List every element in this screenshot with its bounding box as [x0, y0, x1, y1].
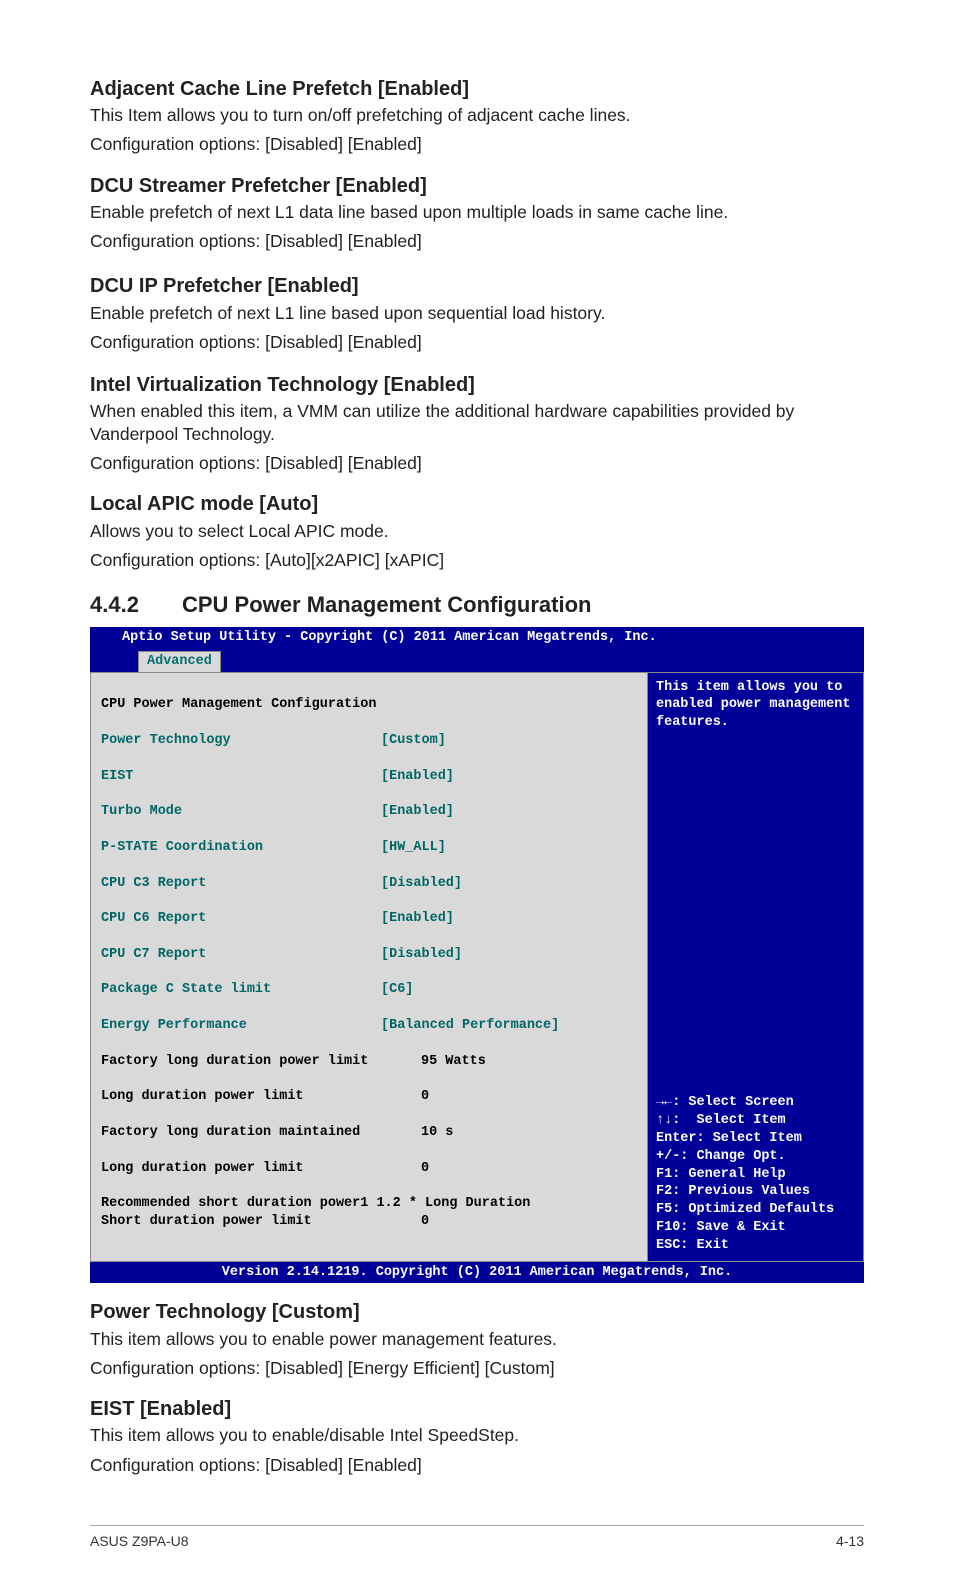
body-local-apic-2: Configuration options: [Auto][x2APIC] [x…	[90, 549, 864, 572]
bios-row-value: [Enabled]	[381, 768, 454, 786]
bios-row[interactable]: EIST[Enabled]	[101, 768, 637, 786]
bios-row-label: CPU C3 Report	[101, 875, 381, 893]
heading-intel-vt: Intel Virtualization Technology [Enabled…	[90, 372, 864, 398]
bios-row[interactable]: P-STATE Coordination[HW_ALL]	[101, 839, 637, 857]
bios-row[interactable]: Power Technology[Custom]	[101, 732, 637, 750]
heading-power-technology: Power Technology [Custom]	[90, 1299, 864, 1325]
bios-row-label: Short duration power limit	[101, 1213, 421, 1231]
bios-row-label: Energy Performance	[101, 1017, 381, 1035]
body-eist-2: Configuration options: [Disabled] [Enabl…	[90, 1454, 864, 1477]
bios-row-value: [Custom]	[381, 732, 446, 750]
bios-row-value: [Enabled]	[381, 803, 454, 821]
heading-local-apic: Local APIC mode [Auto]	[90, 491, 864, 517]
bios-row-label: Package C State limit	[101, 981, 381, 999]
bios-right-pane: This item allows you to enabled power ma…	[648, 673, 863, 1261]
bios-row-static: Long duration power limit0	[101, 1160, 637, 1178]
bios-body: CPU Power Management Configuration Power…	[90, 672, 864, 1262]
heading-number-title: CPU Power Management Configuration	[182, 592, 591, 617]
body-dcu-streamer-2: Configuration options: [Disabled] [Enabl…	[90, 230, 864, 253]
bios-row-static: Factory long duration maintained10 s	[101, 1124, 637, 1142]
body-adjacent-1: This Item allows you to turn on/off pref…	[90, 104, 864, 127]
bios-row-value: 95 Watts	[421, 1053, 486, 1071]
bios-row-value: 0	[421, 1160, 429, 1178]
bios-footer-bar: Version 2.14.1219. Copyright (C) 2011 Am…	[90, 1262, 864, 1284]
bios-row-value: [Enabled]	[381, 910, 454, 928]
bios-row-label: Power Technology	[101, 732, 381, 750]
bios-row[interactable]: Energy Performance[Balanced Performance]	[101, 1017, 637, 1035]
bios-row[interactable]: CPU C3 Report[Disabled]	[101, 875, 637, 893]
heading-4-4-2: 4.4.2CPU Power Management Configuration	[90, 590, 864, 619]
bios-row-value: [HW_ALL]	[381, 839, 446, 857]
bios-row-label: CPU C7 Report	[101, 946, 381, 964]
bios-help-top: This item allows you to enabled power ma…	[656, 679, 855, 732]
page-footer: ASUS Z9PA-U8 4-13	[90, 1532, 864, 1550]
bios-row[interactable]: CPU C6 Report[Enabled]	[101, 910, 637, 928]
bios-tab-advanced[interactable]: Advanced	[138, 651, 221, 672]
bios-row-label: Turbo Mode	[101, 803, 381, 821]
bios-row-label: Factory long duration power limit	[101, 1053, 421, 1071]
bios-row[interactable]: Package C State limit[C6]	[101, 981, 637, 999]
bios-row-value: [Disabled]	[381, 875, 462, 893]
bios-row-label: P-STATE Coordination	[101, 839, 381, 857]
bios-row-value: [C6]	[381, 981, 413, 999]
bios-row-label: Long duration power limit	[101, 1088, 421, 1106]
body-intel-vt-1: When enabled this item, a VMM can utiliz…	[90, 400, 864, 446]
footer-page-number: 4-13	[836, 1532, 864, 1550]
bios-row-value: 0	[421, 1088, 429, 1106]
heading-adjacent: Adjacent Cache Line Prefetch [Enabled]	[90, 76, 864, 102]
bios-row-label: EIST	[101, 768, 381, 786]
bios-row-static: Long duration power limit0	[101, 1088, 637, 1106]
heading-dcu-streamer: DCU Streamer Prefetcher [Enabled]	[90, 173, 864, 199]
bios-row-value: [Balanced Performance]	[381, 1017, 559, 1035]
bios-row[interactable]: CPU C7 Report[Disabled]	[101, 946, 637, 964]
footer-divider	[90, 1525, 864, 1526]
body-power-technology-1: This item allows you to enable power man…	[90, 1328, 864, 1351]
body-adjacent-2: Configuration options: [Disabled] [Enabl…	[90, 133, 864, 156]
bios-row-static: Short duration power limit0	[101, 1213, 637, 1231]
bios-row-value: 10 s	[421, 1124, 453, 1142]
bios-row-value: 0	[421, 1213, 429, 1231]
body-dcu-ip-1: Enable prefetch of next L1 line based up…	[90, 302, 864, 325]
bios-header-bar: Aptio Setup Utility - Copyright (C) 2011…	[90, 627, 864, 647]
bios-tab-row: Advanced	[90, 647, 864, 672]
body-intel-vt-2: Configuration options: [Disabled] [Enabl…	[90, 452, 864, 475]
bios-left-pane: CPU Power Management Configuration Power…	[91, 673, 648, 1261]
bios-row-label: CPU C6 Report	[101, 910, 381, 928]
body-local-apic-1: Allows you to select Local APIC mode.	[90, 520, 864, 543]
bios-row-static: Factory long duration power limit95 Watt…	[101, 1053, 637, 1071]
bios-row-static: Recommended short duration power1 1.2 * …	[101, 1196, 530, 1211]
bios-left-title: CPU Power Management Configuration	[101, 697, 376, 712]
heading-dcu-ip: DCU IP Prefetcher [Enabled]	[90, 273, 864, 299]
bios-row-label: Factory long duration maintained	[101, 1124, 421, 1142]
bios-row-label: Long duration power limit	[101, 1160, 421, 1178]
bios-screenshot: Aptio Setup Utility - Copyright (C) 2011…	[90, 627, 864, 1283]
body-power-technology-2: Configuration options: [Disabled] [Energ…	[90, 1357, 864, 1380]
heading-number: 4.4.2	[90, 590, 182, 619]
bios-help-keys: →←: Select Screen ↑↓: Select Item Enter:…	[656, 1094, 855, 1254]
heading-eist: EIST [Enabled]	[90, 1396, 864, 1422]
body-eist-1: This item allows you to enable/disable I…	[90, 1424, 864, 1447]
footer-model: ASUS Z9PA-U8	[90, 1532, 189, 1550]
bios-row[interactable]: Turbo Mode[Enabled]	[101, 803, 637, 821]
body-dcu-streamer-1: Enable prefetch of next L1 data line bas…	[90, 201, 864, 224]
body-dcu-ip-2: Configuration options: [Disabled] [Enabl…	[90, 331, 864, 354]
bios-row-value: [Disabled]	[381, 946, 462, 964]
